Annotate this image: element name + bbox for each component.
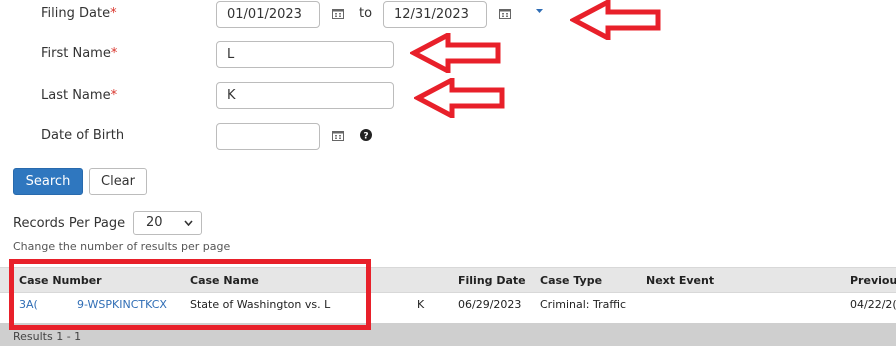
date-of-birth-label: Date of Birth <box>41 128 125 143</box>
help-icon[interactable]: ? <box>360 129 372 141</box>
search-button[interactable]: Search <box>13 168 83 195</box>
chevron-down-icon <box>184 220 193 226</box>
annotation-arrow-icon <box>414 78 505 118</box>
results-count: Results 1 - 1 <box>13 330 82 343</box>
calendar-icon[interactable] <box>332 8 344 19</box>
svg-text:?: ? <box>363 132 368 142</box>
column-header-previous[interactable]: Previou <box>850 274 896 287</box>
filing-date-label: Filing Date* <box>41 6 117 21</box>
last-name-input[interactable]: K <box>216 82 394 109</box>
filing-date-to-input[interactable]: 12/31/2023 <box>383 1 487 28</box>
records-per-page-select[interactable]: 20 <box>133 211 202 235</box>
first-name-input[interactable]: L <box>216 41 394 68</box>
column-header-filing-date[interactable]: Filing Date <box>458 274 526 287</box>
calendar-icon[interactable] <box>332 130 344 141</box>
previous-event-cell: 04/22/2( <box>850 298 896 311</box>
records-per-page-label: Records Per Page <box>13 216 126 231</box>
column-header-next-event[interactable]: Next Event <box>646 274 714 287</box>
annotation-highlight-box <box>9 259 371 330</box>
calendar-icon[interactable] <box>499 8 511 19</box>
column-header-case-type[interactable]: Case Type <box>540 274 602 287</box>
annotation-arrow-icon <box>410 33 501 73</box>
party-initial-cell: K <box>417 298 425 311</box>
filing-date-from-input[interactable]: 01/01/2023 <box>216 1 320 28</box>
date-of-birth-input[interactable] <box>216 123 320 150</box>
first-name-label: First Name* <box>41 46 118 61</box>
filing-date-cell: 06/29/2023 <box>458 298 522 311</box>
records-per-page-hint: Change the number of results per page <box>13 240 231 253</box>
annotation-arrow-icon <box>570 0 661 40</box>
clear-button[interactable]: Clear <box>89 168 147 195</box>
date-range-to-label: to <box>359 6 373 21</box>
last-name-label: Last Name* <box>41 88 118 103</box>
case-type-cell: Criminal: Traffic <box>540 298 627 311</box>
caret-down-icon[interactable] <box>536 9 543 14</box>
